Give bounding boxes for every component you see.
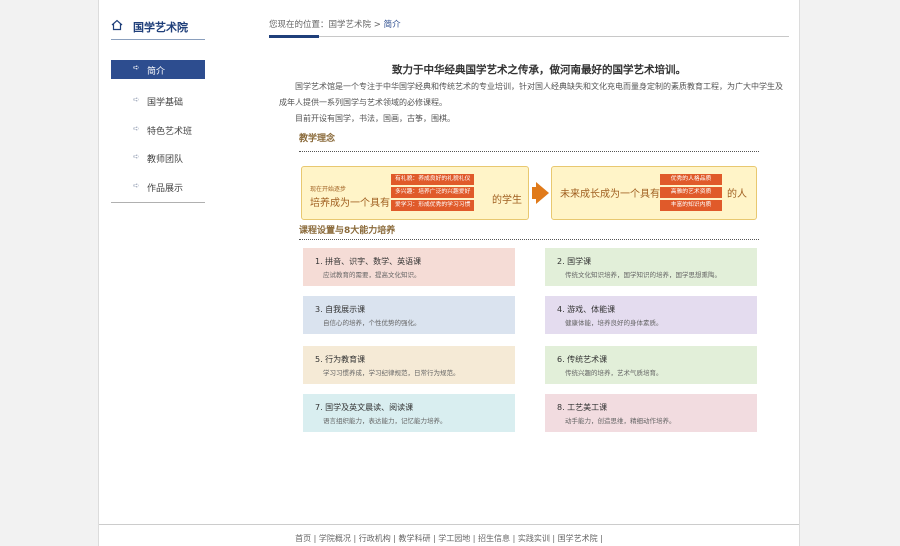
breadcrumb-separator: > bbox=[371, 20, 384, 30]
sidebar-item-works[interactable]: ➪ 作品展示 bbox=[111, 174, 205, 203]
sidebar-item-label: 作品展示 bbox=[147, 183, 184, 194]
footer-link-practice[interactable]: 实践实训 bbox=[518, 534, 550, 543]
concept-future-tag: 丰富的知识内质 bbox=[660, 200, 722, 211]
footer-link-research[interactable]: 教学科研 bbox=[398, 534, 430, 543]
sidebar-title: 国学艺术院 bbox=[133, 21, 188, 34]
course-card-title: 4. 游戏、体能课 bbox=[557, 305, 616, 314]
sidebar-menu: ➪ 简介 ➪ 国学基础 ➪ 特色艺术班 ➪ 教师团队 ➪ 作品展示 bbox=[111, 60, 205, 202]
course-card: 4. 游戏、体能课 健康体能，培养良好的身体素质。 bbox=[545, 296, 757, 334]
breadcrumb-parent-link[interactable]: 国学艺术院 bbox=[329, 20, 372, 30]
sidebar-item-basics[interactable]: ➪ 国学基础 bbox=[111, 88, 205, 117]
sidebar-divider bbox=[111, 202, 205, 203]
footer-link-overview[interactable]: 学院概况 bbox=[319, 534, 351, 543]
sidebar-item-label: 特色艺术班 bbox=[147, 126, 193, 137]
concept-future-box: 未来成长成为一个具有 优秀的人格品质 高雅的艺术资质 丰富的知识内质 的人 bbox=[551, 166, 757, 220]
arrow-right-icon: ➪ bbox=[133, 180, 140, 190]
sidebar-item-intro[interactable]: ➪ 简介 bbox=[111, 60, 205, 79]
concept-section-title: 教学理念 bbox=[299, 134, 336, 144]
arrow-right-icon: ➪ bbox=[133, 123, 140, 133]
course-card-desc: 动手能力，创造思维，精细动作培养。 bbox=[565, 417, 676, 425]
courses-section-title: 课程设置与8大能力培养 bbox=[299, 226, 396, 236]
concept-now-big: 培养成为一个具有 bbox=[310, 198, 390, 209]
breadcrumb: 您现在的位置：国学艺术院 > 简介 bbox=[269, 18, 401, 30]
course-card-desc: 健康体能，培养良好的身体素质。 bbox=[565, 319, 663, 327]
page-container: 国学艺术院 ➪ 简介 ➪ 国学基础 ➪ 特色艺术班 ➪ 教师团队 ➪ 作品展示 … bbox=[98, 0, 800, 546]
sidebar-item-label: 简介 bbox=[147, 67, 166, 77]
course-card-desc: 学习习惯养成，学习纪律规范，日常行为规范。 bbox=[323, 369, 460, 377]
course-card-title: 6. 传统艺术课 bbox=[557, 355, 608, 364]
course-card-desc: 自信心的培养，个性优势的强化。 bbox=[323, 319, 421, 327]
course-card-title: 7. 国学及英文晨读、阅读课 bbox=[315, 403, 414, 412]
course-card-desc: 应试教育的需要，提高文化知识。 bbox=[323, 271, 421, 279]
footer-link-student[interactable]: 学工园地 bbox=[438, 534, 470, 543]
page-headline: 致力于中华经典国学艺术之传承，做河南最好的国学艺术培训。 bbox=[392, 64, 686, 76]
concept-now-box: 现在开始逐步 培养成为一个具有 有礼貌：养成良好的礼貌礼仪 多兴趣：培养广泛的兴… bbox=[301, 166, 529, 220]
footer-nav: 首页 | 学院概况 | 行政机构 | 教学科研 | 学工园地 | 招生信息 | … bbox=[295, 534, 603, 543]
intro-courses-paragraph: 目前开设有国学，书法，国画，古筝，围棋。 bbox=[295, 114, 455, 123]
concept-future-tag: 高雅的艺术资质 bbox=[660, 187, 722, 198]
course-card-desc: 语言组织能力，表达能力，记忆能力培养。 bbox=[323, 417, 447, 425]
course-card-desc: 传统兴趣的培养，艺术气质培育。 bbox=[565, 369, 663, 377]
course-card: 1. 拼音、识字、数学、英语课 应试教育的需要，提高文化知识。 bbox=[303, 248, 515, 286]
sidebar-item-teachers[interactable]: ➪ 教师团队 bbox=[111, 145, 205, 174]
breadcrumb-current: 简介 bbox=[383, 20, 401, 30]
course-card: 3. 自我展示课 自信心的培养，个性优势的强化。 bbox=[303, 296, 515, 334]
arrow-right-icon: ➪ bbox=[133, 63, 140, 72]
concept-now-tag: 多兴趣：培养广泛的兴趣爱好 bbox=[391, 187, 475, 198]
sidebar-item-label: 国学基础 bbox=[147, 98, 184, 108]
concept-now-end: 的学生 bbox=[492, 195, 522, 206]
course-card-title: 1. 拼音、识字、数学、英语课 bbox=[315, 257, 422, 266]
footer-divider bbox=[99, 524, 799, 525]
footer-link-admin[interactable]: 行政机构 bbox=[359, 534, 391, 543]
home-icon bbox=[111, 19, 123, 31]
sidebar-item-art-class[interactable]: ➪ 特色艺术班 bbox=[111, 117, 205, 146]
footer-link-admission[interactable]: 招生信息 bbox=[478, 534, 510, 543]
concept-future-big: 未来成长成为一个具有 bbox=[560, 189, 660, 200]
concept-now-tag: 有礼貌：养成良好的礼貌礼仪 bbox=[391, 174, 475, 185]
concept-now-tag: 爱学习：形成优秀的学习习惯 bbox=[391, 200, 475, 211]
breadcrumb-divider bbox=[269, 36, 789, 37]
course-card-desc: 传统文化知识培养，国学知识的培养，国学思想熏陶。 bbox=[565, 271, 721, 279]
course-card-title: 5. 行为教育课 bbox=[315, 355, 366, 364]
course-card: 2. 国学课 传统文化知识培养，国学知识的培养，国学思想熏陶。 bbox=[545, 248, 757, 286]
sidebar-item-label: 教师团队 bbox=[147, 155, 184, 165]
footer-link-home[interactable]: 首页 bbox=[295, 534, 311, 543]
arrow-right-icon: ➪ bbox=[133, 95, 140, 104]
arrow-right-icon: ➪ bbox=[133, 152, 140, 161]
course-card: 6. 传统艺术课 传统兴趣的培养，艺术气质培育。 bbox=[545, 346, 757, 384]
course-card: 7. 国学及英文晨读、阅读课 语言组织能力，表达能力，记忆能力培养。 bbox=[303, 394, 515, 432]
intro-paragraph: 国学艺术馆是一个专注于中华国学经典和传统艺术的专业培训，针对国人经典缺失和文化充… bbox=[279, 82, 783, 107]
course-card-title: 3. 自我展示课 bbox=[315, 305, 366, 314]
course-card: 8. 工艺美工课 动手能力，创造思维，精细动作培养。 bbox=[545, 394, 757, 432]
breadcrumb-accent-bar bbox=[269, 35, 319, 38]
concept-future-end: 的人 bbox=[727, 189, 747, 200]
sidebar-header: 国学艺术院 bbox=[111, 17, 205, 40]
arrow-right-icon bbox=[536, 182, 549, 204]
courses-dotted-divider bbox=[299, 239, 759, 240]
course-card: 5. 行为教育课 学习习惯养成，学习纪律规范，日常行为规范。 bbox=[303, 346, 515, 384]
concept-future-tag: 优秀的人格品质 bbox=[660, 174, 722, 185]
course-card-title: 8. 工艺美工课 bbox=[557, 403, 608, 412]
course-card-title: 2. 国学课 bbox=[557, 257, 592, 266]
breadcrumb-prefix: 您现在的位置： bbox=[269, 20, 329, 30]
concept-now-small: 现在开始逐步 bbox=[310, 186, 347, 193]
footer-link-art-academy[interactable]: 国学艺术院 bbox=[558, 534, 598, 543]
concept-dotted-divider bbox=[299, 151, 759, 152]
